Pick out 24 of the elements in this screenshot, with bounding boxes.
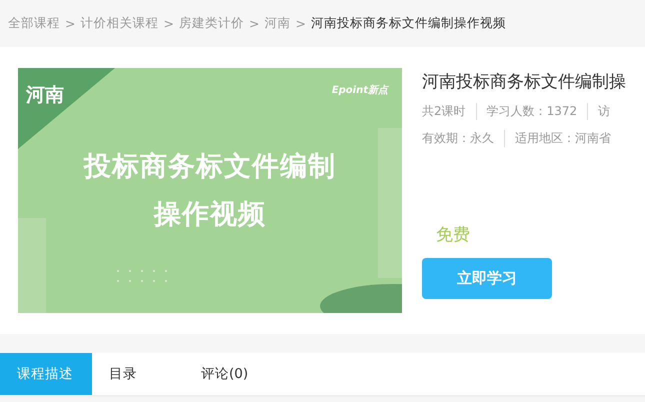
cover-headline: 操作视频	[154, 198, 266, 232]
course-title: 河南投标商务标文件编制操	[422, 71, 627, 93]
course-meta: 有效期：永久	[422, 130, 494, 147]
price-label: 免费	[436, 224, 471, 246]
breadcrumb-link[interactable]: 房建类计价	[178, 15, 244, 32]
breadcrumb-link[interactable]: 全部课程	[8, 15, 60, 32]
course-meta: 适用地区：河南省	[504, 130, 611, 147]
current-page: 河南投标商务标文件编制操作视频	[310, 15, 506, 32]
course-meta: 共2课时	[422, 103, 466, 120]
separator-icon: >	[295, 16, 306, 31]
breadcrumb-link[interactable]: 计价相关课程	[80, 15, 158, 32]
separator-icon: >	[163, 16, 174, 31]
tab[interactable]: 评论(0)	[184, 353, 276, 395]
separator-icon: >	[65, 16, 76, 31]
brand-logo: Epoint新点	[332, 83, 388, 97]
cover-headline: 投标商务标文件编制	[84, 150, 336, 184]
breadcrumb-link[interactable]: 河南	[264, 15, 290, 32]
tab[interactable]: 课程描述	[0, 353, 92, 395]
course-meta: 学习人数：1372	[476, 103, 578, 120]
start-learning-button[interactable]: 立即学习	[422, 258, 552, 299]
course-meta: 访	[587, 103, 610, 120]
separator-icon: >	[248, 16, 260, 31]
region-label: 河南	[26, 83, 64, 108]
tab[interactable]: 目录	[92, 353, 184, 395]
